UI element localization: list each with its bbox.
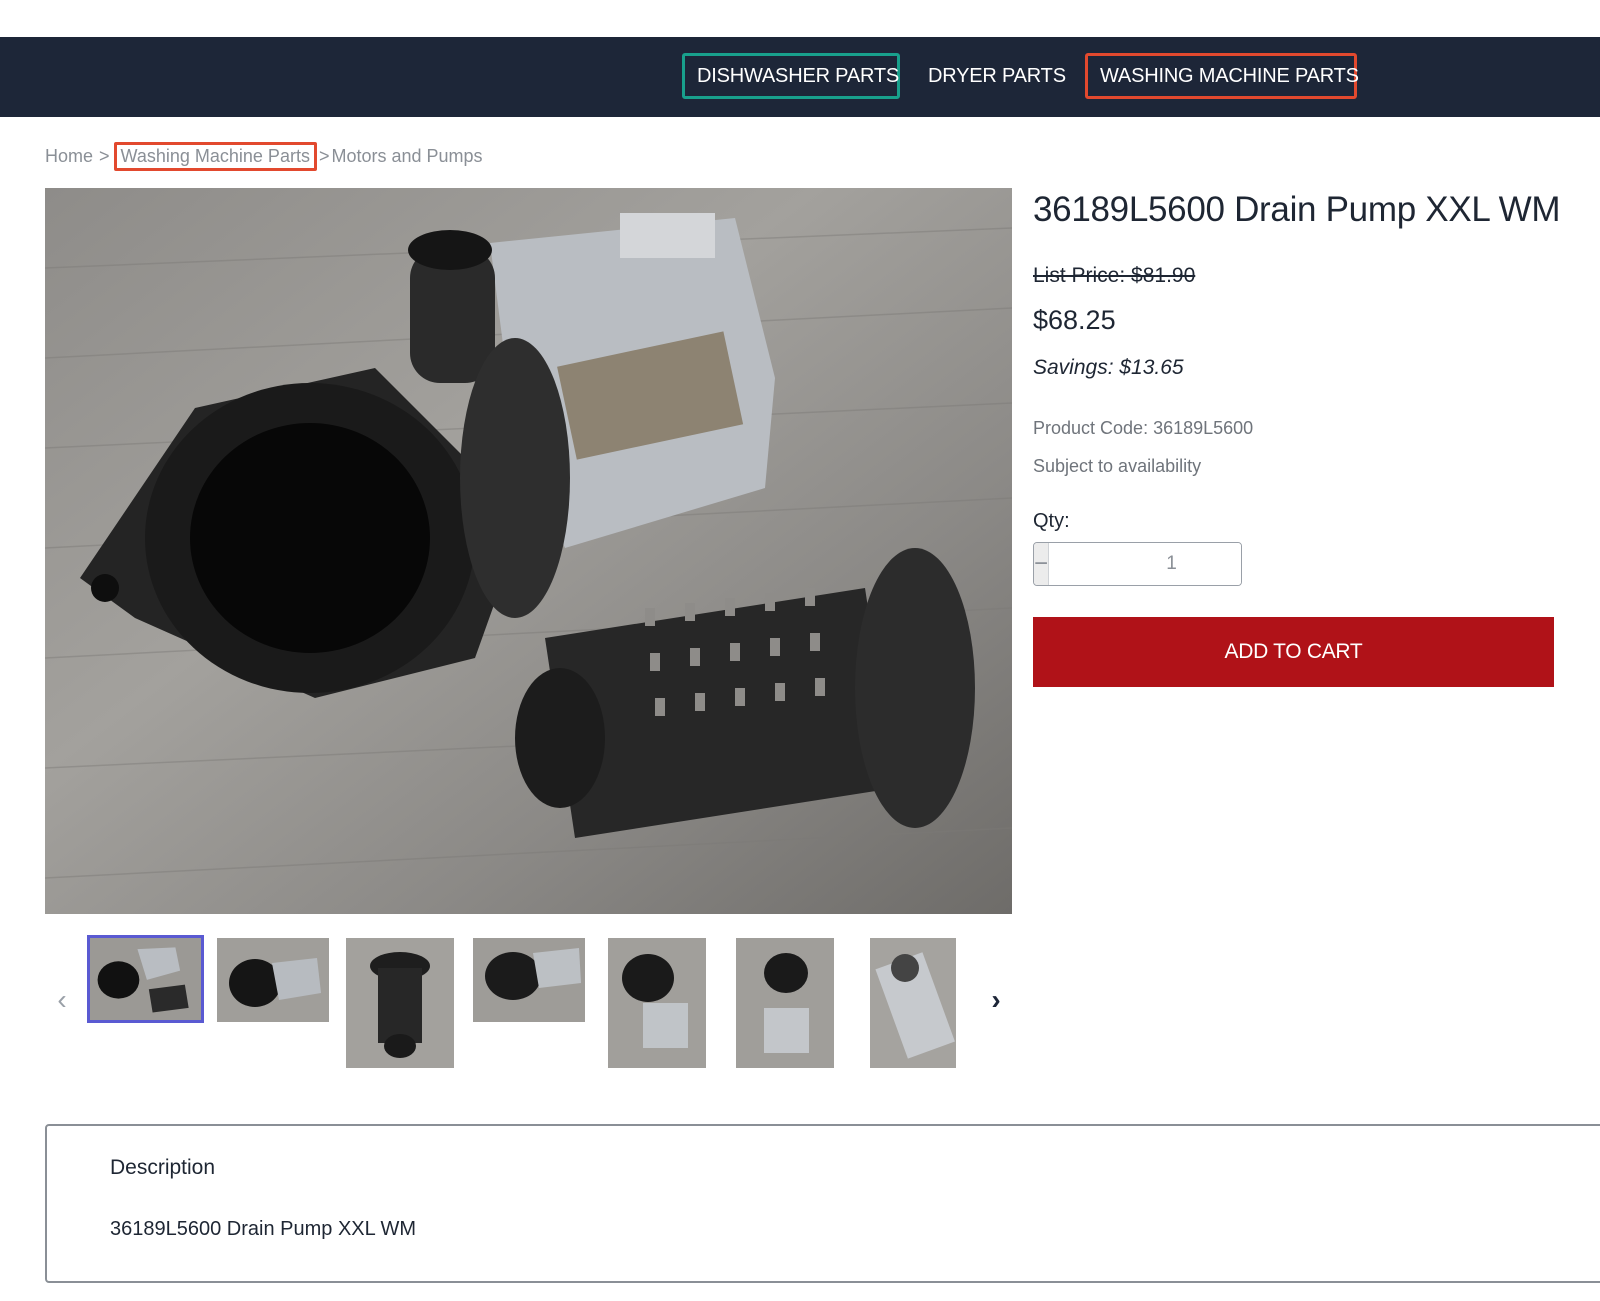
breadcrumb-separator: > [99,146,110,166]
add-to-cart-button[interactable]: ADD TO CART [1033,617,1554,687]
quantity-stepper: − + [1033,542,1242,586]
chevron-left-icon[interactable]: ‹ [47,985,77,1015]
chevron-right-icon[interactable]: › [981,985,1011,1015]
qty-decrement-button[interactable]: − [1034,543,1050,585]
description-panel: Description 36189L5600 Drain Pump XXL WM [45,1124,1600,1283]
nav-dryer-parts[interactable]: DRYER PARTS [916,53,1066,99]
breadcrumb-separator: > [318,146,330,166]
breadcrumb-washing-machine-parts[interactable]: Washing Machine Parts [113,142,317,171]
breadcrumb-home[interactable]: Home [45,146,93,167]
top-navigation: DISHWASHER PARTS DRYER PARTS WASHING MAC… [0,37,1600,117]
description-text: 36189L5600 Drain Pump XXL WM [110,1218,417,1240]
nav-washing-machine-parts[interactable]: WASHING MACHINE PARTS [1085,53,1359,99]
description-heading: Description [110,1156,216,1179]
thumbnail-7[interactable] [870,938,956,1068]
drain-pump-thumbnail [870,938,956,1068]
qty-input[interactable] [1049,543,1241,585]
savings: Savings: $13.65 [1033,356,1184,379]
drain-pump-thumbnail [217,938,329,1022]
drain-pump-thumbnail [346,938,454,1068]
breadcrumb: Home > Washing Machine Parts > Motors and Pu… [45,142,483,172]
drain-pump-thumbnail [473,938,585,1022]
drain-pump-photo [45,188,1012,914]
thumbnail-4[interactable] [473,938,585,1022]
product-title: 36189L5600 Drain Pump XXL WM [1033,190,1561,229]
nav-dishwasher-parts[interactable]: DISHWASHER PARTS [682,53,900,99]
product-main-image[interactable] [45,188,1012,914]
drain-pump-thumbnail [736,938,834,1068]
availability-note: Subject to availability [1033,456,1202,476]
qty-label: Qty: [1033,510,1070,532]
thumbnail-3[interactable] [346,938,454,1068]
list-price: List Price: $81.90 [1033,264,1196,287]
drain-pump-thumbnail [608,938,706,1068]
thumbnail-6[interactable] [736,938,834,1068]
sale-price: $68.25 [1033,305,1116,335]
breadcrumb-motors-and-pumps[interactable]: Motors and Pumps [331,146,482,167]
product-code: Product Code: 36189L5600 [1033,418,1254,438]
thumbnail-5[interactable] [608,938,706,1068]
thumbnail-1[interactable] [87,935,204,1023]
drain-pump-thumbnail [90,938,201,1020]
thumbnail-2[interactable] [217,938,329,1022]
